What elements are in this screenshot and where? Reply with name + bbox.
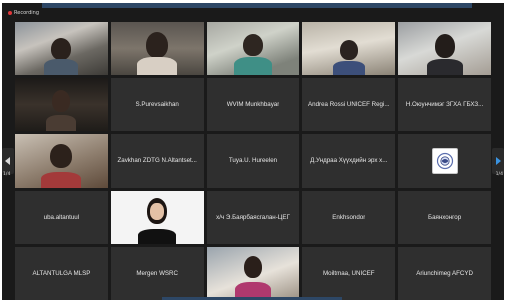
participant-tile-name[interactable]: Д.Ундраа Хүүхдийн эрх х... xyxy=(302,134,396,188)
top-bar xyxy=(42,3,472,8)
participant-name: S.Purevsaikhan xyxy=(135,101,179,109)
participant-tile-photo[interactable] xyxy=(110,190,204,244)
participant-grid: S.Purevsaikhan WVIM Munkhbayar Andrea Ro… xyxy=(15,22,491,300)
participant-tile-name[interactable]: Moiltmaa, UNICEF xyxy=(302,246,396,300)
participant-tile-video[interactable] xyxy=(398,22,491,76)
participant-name: х/ч Э.Баярбаясгалан-ЦЕГ xyxy=(216,213,290,221)
participant-tile-name[interactable]: Н.Оюунчимэг ЗГХА ГБХЗ... xyxy=(398,78,491,132)
participant-tile-name[interactable]: S.Purevsaikhan xyxy=(110,78,204,132)
participant-video xyxy=(15,78,108,132)
participant-name: Andrea Rossi UNICEF Regi... xyxy=(308,101,390,109)
previous-page-button[interactable] xyxy=(2,148,14,174)
participant-name: Moiltmaa, UNICEF xyxy=(323,269,375,277)
participant-video xyxy=(398,22,491,76)
participant-tile-video[interactable] xyxy=(302,22,396,76)
participant-tile-logo[interactable] xyxy=(398,134,491,188)
participant-tile-name[interactable]: Zavkhan ZDTG N.Altantset... xyxy=(110,134,204,188)
participant-tile-video[interactable] xyxy=(15,134,108,188)
participant-name: Н.Оюунчимэг ЗГХА ГБХЗ... xyxy=(405,101,484,109)
participant-name: Д.Ундраа Хүүхдийн эрх х... xyxy=(310,157,388,165)
participant-video xyxy=(15,134,108,188)
page-indicator-left: 1/4 xyxy=(3,172,11,177)
participant-video xyxy=(206,22,300,76)
participant-name: WVIM Munkhbayar xyxy=(226,101,280,109)
participant-tile-video[interactable] xyxy=(206,246,300,300)
bottom-bar xyxy=(162,297,342,300)
chevron-left-icon xyxy=(5,157,10,165)
participant-video xyxy=(206,246,300,300)
participant-tile-name[interactable]: Баянхонгор xyxy=(398,190,491,244)
participant-tile-video[interactable] xyxy=(206,22,300,76)
participant-tile-name[interactable]: Tuya.U. Hureelen xyxy=(206,134,300,188)
participant-video xyxy=(15,22,108,76)
organization-logo-icon xyxy=(431,147,458,174)
participant-tile-name[interactable]: WVIM Munkhbayar xyxy=(206,78,300,132)
chevron-right-icon xyxy=(496,157,501,165)
recording-label: Recording xyxy=(14,10,40,16)
participant-tile-name[interactable]: Mergen WSRC xyxy=(110,246,204,300)
participant-name: Ariunchimeg AFCYD xyxy=(416,269,473,277)
next-page-button[interactable] xyxy=(492,148,504,174)
participant-tile-name[interactable]: Enkhsondor xyxy=(302,190,396,244)
participant-tile-name[interactable]: Andrea Rossi UNICEF Regi... xyxy=(302,78,396,132)
participant-tile-video-active-speaker[interactable] xyxy=(15,78,108,132)
participant-name: uba.altantuul xyxy=(43,213,80,221)
participant-tile-name[interactable]: Ariunchimeg AFCYD xyxy=(398,246,491,300)
participant-name: ALTANTULGA MLSP xyxy=(32,269,91,277)
recording-indicator[interactable]: Recording xyxy=(8,10,39,16)
participant-photo xyxy=(110,190,204,244)
meeting-gallery-view: Recording S.Purevsaikhan WVIM Munkhbayar… xyxy=(2,3,504,300)
participant-tile-name[interactable]: х/ч Э.Баярбаясгалан-ЦЕГ xyxy=(206,190,300,244)
participant-video xyxy=(302,22,396,76)
participant-name: Tuya.U. Hureelen xyxy=(228,157,278,165)
participant-name: Баянхонгор xyxy=(428,213,462,221)
participant-name: Mergen WSRC xyxy=(136,269,178,277)
participant-video xyxy=(110,22,204,76)
participant-tile-video[interactable] xyxy=(110,22,204,76)
recording-dot-icon xyxy=(8,11,12,15)
participant-tile-name[interactable]: uba.altantuul xyxy=(15,190,108,244)
participant-tile-video[interactable] xyxy=(15,22,108,76)
participant-name: Enkhsondor xyxy=(332,213,366,221)
participant-name: Zavkhan ZDTG N.Altantset... xyxy=(117,157,197,165)
participant-tile-name[interactable]: ALTANTULGA MLSP xyxy=(15,246,108,300)
page-indicator-right: 1/4 xyxy=(495,172,503,177)
